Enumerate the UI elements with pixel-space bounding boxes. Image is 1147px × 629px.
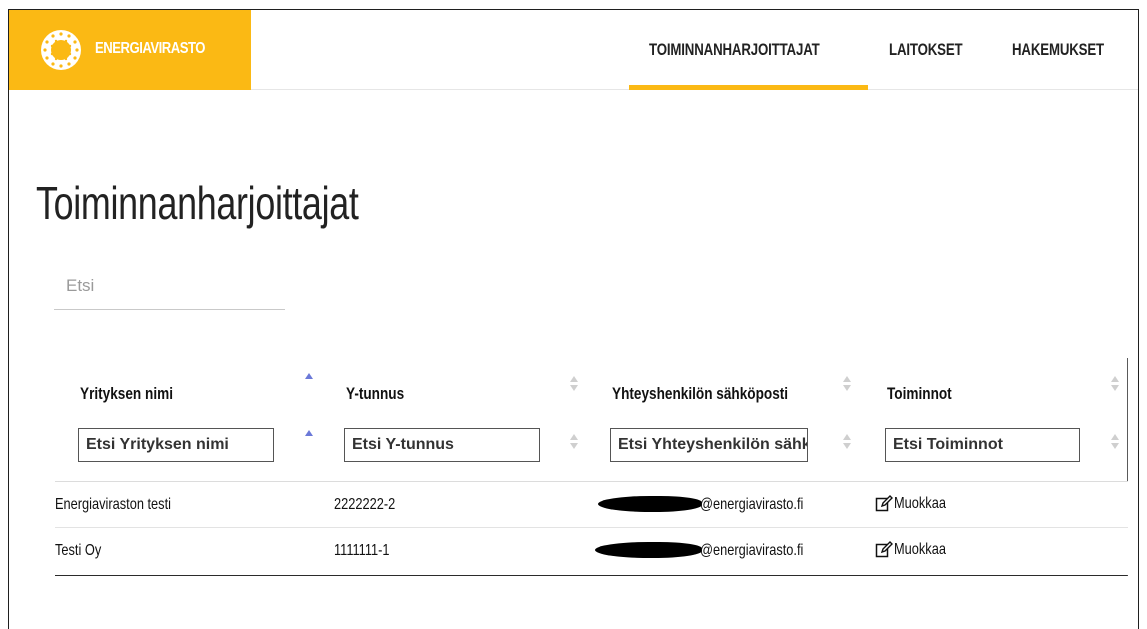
brand-logo-link[interactable]: ENERGIAVIRASTO (9, 10, 251, 90)
cell-company-name: Energiaviraston testi (55, 496, 171, 513)
filter-input-y-tunnus[interactable] (344, 428, 540, 462)
filter-input-toiminnot[interactable] (885, 428, 1080, 462)
cell-y-tunnus: 2222222-2 (334, 496, 396, 513)
table-row: Energiaviraston testi 2222222-2 @energia… (55, 481, 1128, 529)
edit-label: Muokkaa (894, 495, 946, 512)
sort-ascending-icon[interactable] (304, 373, 314, 391)
search-input[interactable] (54, 266, 285, 306)
edit-label: Muokkaa (894, 541, 946, 558)
nav-laitokset[interactable]: LAITOKSET (889, 40, 963, 60)
sort-icon[interactable] (569, 434, 579, 452)
cell-company-name: Testi Oy (55, 542, 102, 559)
page-title: Toiminnanharjoittajat (36, 177, 359, 229)
filter-input-yrityksen-nimi[interactable] (78, 428, 274, 462)
search-field (54, 266, 285, 310)
edit-icon (875, 541, 893, 558)
redacted-email-mark (595, 542, 702, 558)
filter-input-sahkoposti[interactable] (610, 428, 808, 462)
cell-y-tunnus: 1111111-1 (334, 542, 390, 559)
cell-email-domain: @energiavirasto.fi (700, 496, 804, 513)
sort-icon[interactable] (1110, 434, 1120, 452)
sort-icon[interactable] (569, 376, 579, 394)
active-nav-indicator (629, 85, 868, 90)
edit-link[interactable]: Muokkaa (875, 495, 959, 513)
sort-ascending-icon[interactable] (304, 430, 314, 448)
nav-toiminnanharjoittajat[interactable]: TOIMINNANHARJOITTAJAT (649, 40, 820, 60)
energiavirasto-logo-icon (41, 30, 81, 70)
sort-icon[interactable] (842, 434, 852, 452)
brand-name: ENERGIAVIRASTO (95, 40, 205, 57)
nav-hakemukset[interactable]: HAKEMUKSET (1012, 40, 1104, 60)
table-row: Testi Oy 1111111-1 @energiavirasto.fi Mu… (55, 527, 1128, 575)
sort-icon[interactable] (842, 376, 852, 394)
column-header-toiminnot[interactable]: Toiminnot (887, 384, 952, 404)
column-header-yrityksen-nimi[interactable]: Yrityksen nimi (80, 384, 173, 404)
edit-icon (875, 495, 893, 512)
sort-icon[interactable] (1110, 376, 1120, 394)
redacted-email-mark (598, 496, 702, 512)
column-header-y-tunnus[interactable]: Y-tunnus (346, 384, 404, 404)
cell-email-domain: @energiavirasto.fi (700, 542, 804, 559)
edit-link[interactable]: Muokkaa (875, 541, 959, 559)
top-navigation-bar: ENERGIAVIRASTO TOIMINNANHARJOITTAJAT LAI… (9, 10, 1138, 90)
column-header-sahkoposti[interactable]: Yhteyshenkilön sähköposti (612, 384, 788, 404)
